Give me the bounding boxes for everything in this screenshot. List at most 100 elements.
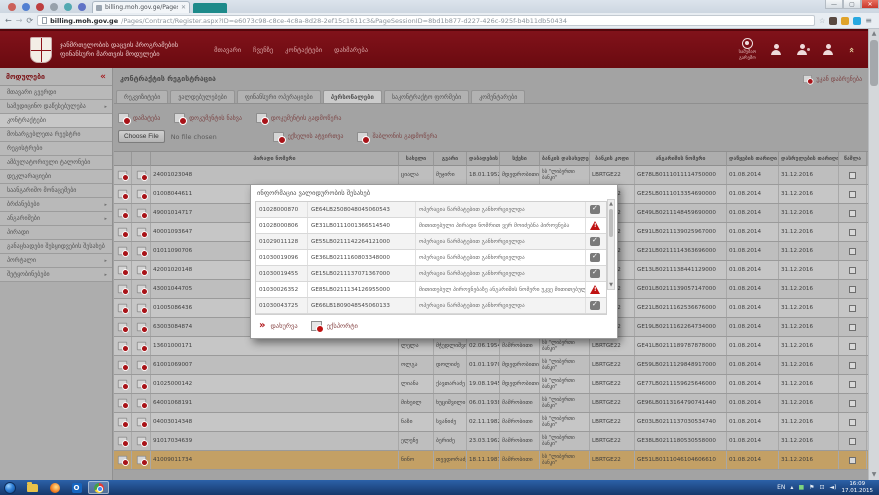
sidebar-item[interactable]: დეკლარაციები bbox=[0, 170, 112, 184]
taskbar-clock[interactable]: 16:09 17.01.2015 bbox=[842, 481, 874, 494]
sidebar-item[interactable]: განაცხადები შესყიდვების შესახებ bbox=[0, 240, 112, 254]
modal-row[interactable]: 01028000870 GE64LB2508048045060543 ოპერა… bbox=[256, 202, 606, 218]
extension-icon[interactable] bbox=[829, 17, 837, 25]
sidebar-item[interactable]: ბრძანებები ▸ bbox=[0, 198, 112, 212]
action-center-flag-icon[interactable]: ⚑ bbox=[809, 484, 814, 491]
sidebar-item[interactable]: სამედიცინო დაწესებულება ▸ bbox=[0, 100, 112, 114]
sidebar-item[interactable]: ანგარიშები ▸ bbox=[0, 212, 112, 226]
document-edit-icon[interactable] bbox=[136, 437, 145, 446]
toolbar-button[interactable]: შაბლონის გადმოწერა bbox=[357, 132, 437, 142]
taskbar-chrome-button[interactable] bbox=[88, 481, 109, 494]
document-edit-icon[interactable] bbox=[136, 418, 145, 427]
table-row[interactable]: 04003014348 ნაზი სვანიძე 02.11.1982 მამრ… bbox=[114, 413, 868, 432]
modal-row[interactable]: 01030043725 GE66LB1809048545060133 ოპერა… bbox=[256, 298, 606, 314]
nav-link[interactable]: კონტაქტები bbox=[285, 46, 322, 54]
modal-row[interactable]: 01030019096 GE36LB0211160803348000 ოპერა… bbox=[256, 250, 606, 266]
content-tab[interactable]: ვალდებულებები bbox=[170, 90, 235, 103]
modal-row[interactable]: 01030019455 GE15LB0211137071367000 ოპერა… bbox=[256, 266, 606, 282]
document-remove-icon[interactable] bbox=[118, 456, 127, 465]
pinned-tab[interactable] bbox=[78, 3, 86, 11]
document-edit-icon[interactable] bbox=[136, 209, 145, 218]
sidebar-item[interactable]: პორტალი ▸ bbox=[0, 254, 112, 268]
content-tab[interactable]: რეკვიზიტები bbox=[116, 90, 168, 103]
workspace-button[interactable]: სამუშაო გარემო bbox=[739, 38, 757, 61]
table-row[interactable]: 01025000142 ლიანა ქავთარაძე 19.08.1945 მ… bbox=[114, 375, 868, 394]
document-remove-icon[interactable] bbox=[118, 190, 127, 199]
export-icon[interactable] bbox=[311, 321, 322, 331]
delete-checkbox[interactable] bbox=[849, 305, 856, 312]
document-edit-icon[interactable] bbox=[136, 228, 145, 237]
delete-checkbox[interactable] bbox=[849, 400, 856, 407]
modal-export-label[interactable]: ექსპორტი bbox=[327, 322, 358, 330]
delete-checkbox[interactable] bbox=[849, 210, 856, 217]
delete-checkbox[interactable] bbox=[849, 381, 856, 388]
sidebar-item[interactable]: შეტყობინებები ▸ bbox=[0, 268, 112, 282]
document-remove-icon[interactable] bbox=[118, 361, 127, 370]
content-tab[interactable]: საკონტრაქტო ფორმები bbox=[384, 90, 469, 103]
delete-checkbox[interactable] bbox=[849, 324, 856, 331]
delete-checkbox[interactable] bbox=[849, 438, 856, 445]
browser-reload-button[interactable]: ⟳ bbox=[26, 17, 33, 25]
document-edit-icon[interactable] bbox=[136, 247, 145, 256]
document-remove-icon[interactable] bbox=[118, 399, 127, 408]
browser-menu-icon[interactable]: ≡ bbox=[865, 16, 874, 25]
user-profile-icon[interactable] bbox=[770, 44, 782, 55]
user-announce-icon[interactable] bbox=[822, 44, 834, 55]
antivirus-icon[interactable]: ■ bbox=[798, 484, 804, 491]
toolbar-button[interactable]: დამატება bbox=[118, 113, 160, 123]
scroll-up-icon[interactable]: ▲ bbox=[608, 200, 614, 208]
document-edit-icon[interactable] bbox=[136, 361, 145, 370]
toolbar-button[interactable]: დოკუმენტის გადმოწერა bbox=[256, 113, 341, 123]
nav-link[interactable]: დახმარება bbox=[334, 46, 368, 54]
delete-checkbox[interactable] bbox=[849, 229, 856, 236]
scroll-thumb[interactable] bbox=[609, 209, 613, 237]
delete-checkbox[interactable] bbox=[849, 343, 856, 350]
network-icon[interactable]: ⊡ bbox=[820, 484, 825, 491]
nav-link[interactable]: მთავარი bbox=[214, 46, 241, 54]
sidebar-item[interactable]: კონტრაქტები bbox=[0, 114, 112, 128]
document-edit-icon[interactable] bbox=[136, 266, 145, 275]
browser-scrollbar[interactable]: ▲ ▼ bbox=[868, 29, 879, 480]
document-remove-icon[interactable] bbox=[118, 171, 127, 180]
toolbar-button[interactable]: ექსელის ატვირთვა bbox=[273, 132, 344, 142]
sidebar-item[interactable]: პირადი bbox=[0, 226, 112, 240]
document-remove-icon[interactable] bbox=[118, 437, 127, 446]
back-link[interactable]: უკან დაბრუნება bbox=[802, 74, 862, 84]
continue-chevrons-icon[interactable]: » bbox=[259, 321, 265, 331]
browser-tab[interactable]: billing.moh.gov.ge/Pages... ✕ bbox=[92, 1, 190, 13]
delete-checkbox[interactable] bbox=[849, 362, 856, 369]
document-edit-icon[interactable] bbox=[136, 171, 145, 180]
modal-row[interactable]: 01028000806 GE31LB0111001366514540 მითით… bbox=[256, 218, 606, 234]
table-row[interactable]: 41009011734 ნინო თევდორაძე 18.11.1987 მა… bbox=[114, 451, 868, 470]
user-document-icon[interactable] bbox=[796, 44, 808, 55]
toolbar-button[interactable]: დოკუმენტის ნახვა bbox=[174, 113, 242, 123]
collapse-header-icon[interactable]: « bbox=[846, 47, 856, 53]
table-row[interactable]: 91017034639 ელენე ბერიძე 23.03.1962 მამრ… bbox=[114, 432, 868, 451]
document-remove-icon[interactable] bbox=[118, 323, 127, 332]
document-edit-icon[interactable] bbox=[136, 285, 145, 294]
extension-icon[interactable] bbox=[841, 17, 849, 25]
browser-back-button[interactable]: ← bbox=[5, 17, 12, 25]
scroll-up-icon[interactable]: ▲ bbox=[869, 29, 879, 39]
scroll-down-icon[interactable]: ▼ bbox=[608, 281, 614, 289]
document-edit-icon[interactable] bbox=[136, 456, 145, 465]
nav-link[interactable]: ჩვენზე bbox=[253, 46, 273, 54]
modal-row[interactable]: 01029011128 GE55LB0211142264121000 ოპერა… bbox=[256, 234, 606, 250]
taskbar-firefox-button[interactable] bbox=[44, 481, 65, 494]
modal-scrollbar[interactable]: ▲ ▼ bbox=[607, 199, 615, 290]
document-remove-icon[interactable] bbox=[118, 285, 127, 294]
tray-expand-icon[interactable]: ▴ bbox=[790, 484, 793, 491]
taskbar-explorer-button[interactable] bbox=[22, 481, 43, 494]
content-tab[interactable]: პერსონალები bbox=[323, 90, 382, 103]
sidebar-collapse-icon[interactable]: « bbox=[100, 72, 106, 82]
document-edit-icon[interactable] bbox=[136, 304, 145, 313]
document-remove-icon[interactable] bbox=[118, 380, 127, 389]
table-row[interactable]: 13601000171 ლელა მჭედლიშვილი 02.06.1954 … bbox=[114, 337, 868, 356]
modal-row[interactable]: 01030026352 GE85LB0211134126955000 მითით… bbox=[256, 282, 606, 298]
new-tab-button[interactable] bbox=[193, 3, 227, 13]
modal-close-label[interactable]: დახურვა bbox=[270, 322, 297, 330]
document-edit-icon[interactable] bbox=[136, 380, 145, 389]
browser-forward-button[interactable]: → bbox=[16, 17, 23, 25]
document-remove-icon[interactable] bbox=[118, 228, 127, 237]
pinned-tab[interactable] bbox=[50, 3, 58, 11]
